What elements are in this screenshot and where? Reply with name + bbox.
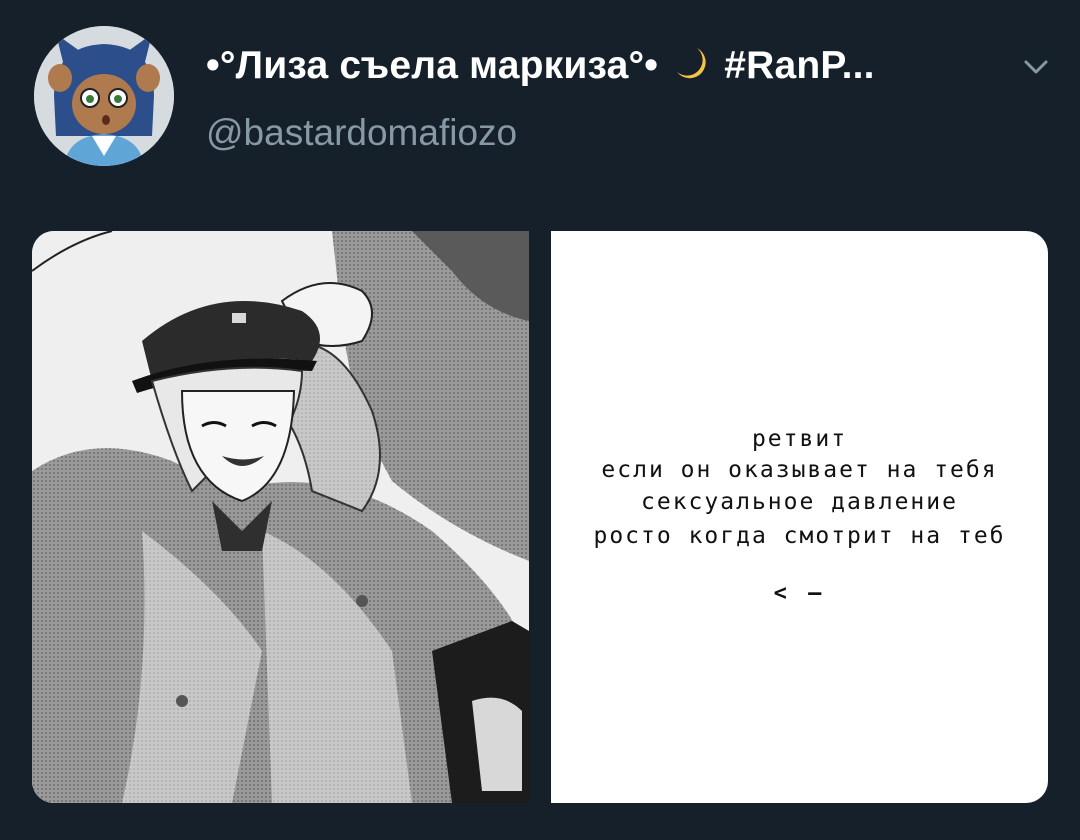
media-image-left[interactable] <box>32 231 529 803</box>
display-name-hashtag: #RanP... <box>724 44 875 87</box>
display-name-text: •°Лиза съела маркиза°• <box>206 44 659 87</box>
moon-icon <box>677 48 706 79</box>
media-image-right[interactable]: ретвит если он оказывает на тебя сексуал… <box>551 231 1048 803</box>
meme-text-line-3: сексуальное давление <box>641 489 958 515</box>
meme-text-line-4: росто когда смотрит на теб <box>593 523 1006 549</box>
meme-arrow: < – <box>773 581 826 606</box>
avatar[interactable] <box>34 26 174 166</box>
tweet-media[interactable]: ретвит если он оказывает на тебя сексуал… <box>32 231 1048 803</box>
manga-illustration <box>32 231 529 803</box>
meme-text-line-1: ретвит <box>751 426 848 452</box>
display-name[interactable]: •°Лиза съела маркиза°• #RanP... <box>206 44 875 88</box>
meme-text-line-2: если он оказывает на тебя <box>601 457 998 483</box>
user-handle[interactable]: @bastardomafiozo <box>206 112 517 154</box>
chevron-down-icon[interactable] <box>1018 52 1054 82</box>
cartoon-avatar-icon <box>34 26 174 166</box>
tweet: •°Лиза съела маркиза°• #RanP... @bastard… <box>0 0 1080 840</box>
